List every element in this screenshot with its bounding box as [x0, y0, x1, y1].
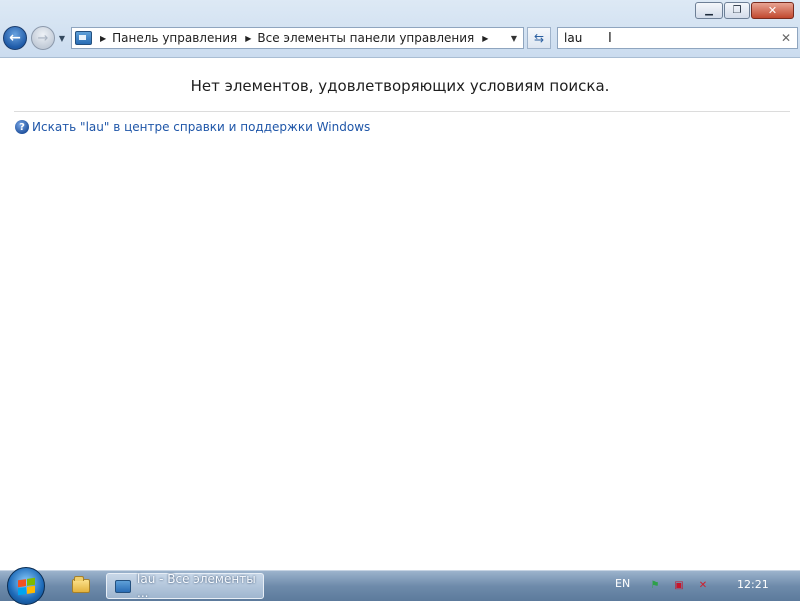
windows-logo-icon	[17, 577, 35, 595]
chevron-down-icon: ▼	[58, 33, 66, 43]
search-input[interactable]: lau	[564, 31, 582, 45]
search-box[interactable]: lau I ✕	[557, 27, 798, 49]
address-dropdown-icon[interactable]: ▼	[505, 28, 523, 48]
help-link-text[interactable]: Искать "lau" в центре справки и поддержк…	[32, 120, 370, 134]
breadcrumb-control-panel[interactable]: Панель управления	[112, 31, 237, 45]
clock[interactable]: 12:21	[737, 578, 769, 591]
taskbar-window-label: lau - Все элементы ...	[137, 572, 256, 600]
taskbar-window-button[interactable]: lau - Все элементы ...	[106, 572, 264, 600]
window-chrome: ▁ ❐ ✕ ← → ▼ ▶ Панель управления ▶ Все эл…	[0, 0, 800, 58]
control-panel-icon	[115, 579, 131, 593]
clear-search-icon[interactable]: ✕	[781, 31, 791, 45]
help-search-link[interactable]: ? Искать "lau" в центре справки и поддер…	[15, 120, 370, 134]
breadcrumb-arrow-icon[interactable]: ▶	[245, 34, 251, 43]
back-button[interactable]: ←	[3, 26, 27, 50]
refresh-icon: ⇆	[533, 31, 545, 45]
arrow-left-icon: ←	[9, 29, 21, 46]
breadcrumb-all-items[interactable]: Все элементы панели управления	[257, 31, 474, 45]
language-indicator[interactable]: EN	[615, 577, 630, 590]
start-button[interactable]	[7, 567, 45, 605]
help-icon: ?	[15, 120, 29, 134]
forward-button[interactable]: →	[31, 26, 55, 50]
text-cursor-icon: I	[608, 31, 612, 46]
volume-muted-icon[interactable]: ✕	[696, 579, 710, 593]
address-bar[interactable]: ▶ Панель управления ▶ Все элементы панел…	[71, 27, 524, 49]
recent-pages-button[interactable]: ▼	[57, 32, 67, 44]
control-panel-icon	[75, 31, 92, 45]
minimize-button[interactable]: ▁	[695, 2, 723, 19]
refresh-button[interactable]: ⇆	[527, 27, 551, 49]
minimize-icon: ▁	[705, 4, 713, 16]
arrow-right-icon: →	[37, 30, 49, 46]
taskbar: lau - Все элементы ... EN ⚑ ▣ ✕ 12:21	[0, 567, 800, 605]
divider	[14, 111, 790, 112]
folder-icon	[72, 576, 90, 593]
breadcrumb-arrow-icon[interactable]: ▶	[100, 34, 106, 43]
restore-icon: ❐	[732, 4, 742, 16]
restore-button[interactable]: ❐	[724, 2, 750, 19]
close-icon: ✕	[767, 4, 778, 17]
explorer-pinned-button[interactable]	[66, 574, 96, 598]
no-results-message: Нет элементов, удовлетворяющих условиям …	[190, 77, 610, 95]
action-center-icon[interactable]: ⚑	[648, 579, 662, 593]
breadcrumb-arrow-icon[interactable]: ▶	[482, 34, 488, 43]
close-button[interactable]: ✕	[751, 2, 794, 19]
network-icon[interactable]: ▣	[672, 579, 686, 593]
window-controls: ▁ ❐ ✕	[694, 2, 794, 19]
